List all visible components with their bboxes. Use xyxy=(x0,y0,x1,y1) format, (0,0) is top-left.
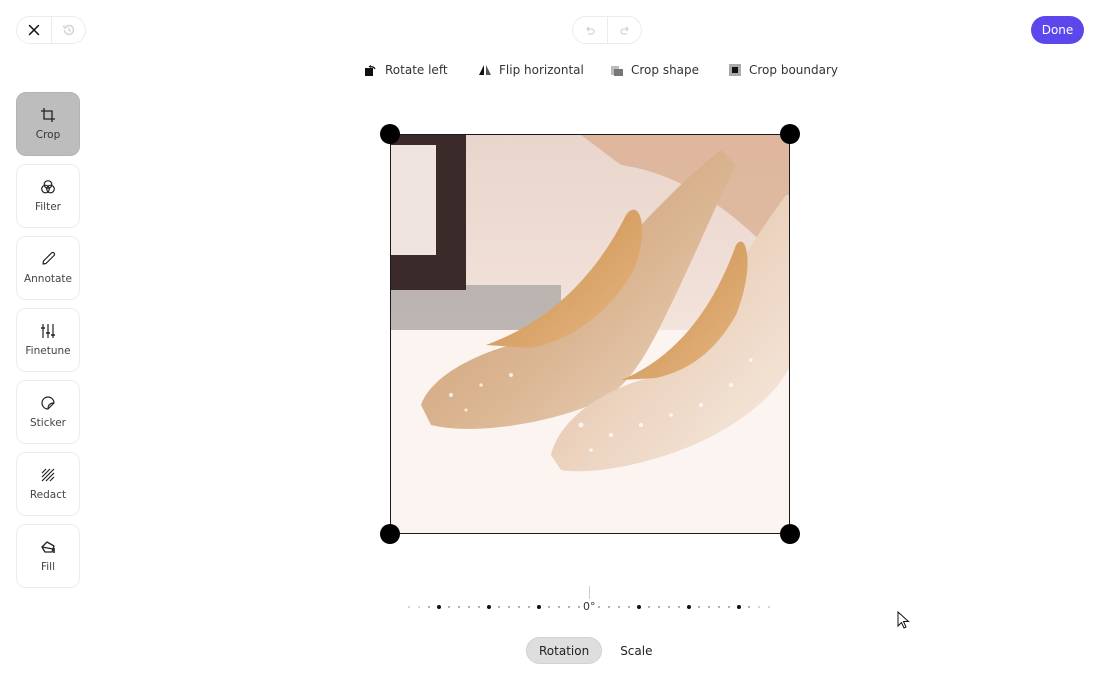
crop-boundary-label: Crop boundary xyxy=(749,63,838,77)
rotate-left-button[interactable]: Rotate left xyxy=(364,63,448,77)
flip-horizontal-label: Flip horizontal xyxy=(499,63,584,77)
fill-bucket-icon xyxy=(41,541,55,553)
done-button[interactable]: Done xyxy=(1031,16,1084,44)
tool-sidebar: Crop Filter Annotate Finetune Sticker Re… xyxy=(16,92,80,596)
dial-minor-tick xyxy=(748,606,750,608)
crop-shape-button[interactable]: Crop shape xyxy=(610,63,699,77)
dial-minor-tick xyxy=(528,606,530,608)
image-editor: Done Rotate left Flip horizontal Crop sh… xyxy=(0,0,1100,680)
sidebar-item-label: Filter xyxy=(34,201,61,213)
flip-horizontal-icon xyxy=(479,65,491,75)
dial-minor-tick xyxy=(568,606,570,608)
close-button[interactable] xyxy=(17,17,51,43)
close-icon xyxy=(28,24,40,36)
dial-minor-tick xyxy=(548,606,550,608)
dial-minor-tick xyxy=(448,606,450,608)
dial-minor-tick xyxy=(418,606,420,608)
flip-horizontal-button[interactable]: Flip horizontal xyxy=(478,63,584,77)
crop-shape-label: Crop shape xyxy=(631,63,700,77)
sidebar-item-fill[interactable]: Fill xyxy=(16,524,80,588)
sidebar-item-label: Fill xyxy=(40,561,56,573)
dial-minor-tick xyxy=(618,606,620,608)
sidebar-item-filter[interactable]: Filter xyxy=(16,164,80,228)
dial-minor-tick xyxy=(628,606,630,608)
dial-major-tick xyxy=(637,605,641,609)
dial-minor-tick xyxy=(728,606,730,608)
dial-minor-tick xyxy=(498,606,500,608)
rotation-dial[interactable]: 0° xyxy=(400,586,790,616)
rotation-value: 0° xyxy=(583,600,596,613)
dial-minor-tick xyxy=(708,606,710,608)
crop-toolbar: Rotate left Flip horizontal Crop shape C… xyxy=(0,63,1100,83)
transform-mode-tabs: Rotation Scale xyxy=(526,637,664,664)
dial-minor-tick xyxy=(668,606,670,608)
dial-minor-tick xyxy=(648,606,650,608)
dial-minor-tick xyxy=(458,606,460,608)
dial-major-tick xyxy=(687,605,691,609)
dial-minor-tick xyxy=(478,606,480,608)
sidebar-item-sticker[interactable]: Sticker xyxy=(16,380,80,444)
sidebar-item-annotate[interactable]: Annotate xyxy=(16,236,80,300)
dial-minor-tick xyxy=(608,606,610,608)
undo-icon xyxy=(586,26,595,35)
sidebar-item-label: Sticker xyxy=(30,417,66,429)
history-icon xyxy=(62,24,74,36)
dial-minor-tick xyxy=(768,606,770,608)
crop-boundary-icon xyxy=(729,64,741,76)
undo-redo-group xyxy=(572,16,642,44)
rotate-left-label: Rotate left xyxy=(385,63,448,77)
sidebar-item-crop[interactable]: Crop xyxy=(16,92,80,156)
crop-icon xyxy=(41,108,55,122)
sticker-icon xyxy=(41,396,55,410)
dial-minor-tick xyxy=(658,606,660,608)
sliders-icon xyxy=(41,324,55,338)
filter-icon xyxy=(41,180,55,194)
dial-minor-tick xyxy=(578,606,580,608)
dial-minor-tick xyxy=(678,606,680,608)
sidebar-item-label: Crop xyxy=(35,129,61,141)
pencil-icon xyxy=(42,251,56,265)
tab-rotation[interactable]: Rotation xyxy=(526,637,603,664)
crop-boundary-button[interactable]: Crop boundary xyxy=(728,63,838,77)
dial-major-tick xyxy=(537,605,541,609)
crop-handle-bottom-left[interactable] xyxy=(380,524,400,544)
dial-minor-tick xyxy=(718,606,720,608)
redo-button[interactable] xyxy=(607,17,641,43)
tab-scale[interactable]: Scale xyxy=(608,637,664,664)
crop-shape-icon xyxy=(611,66,623,76)
undo-button[interactable] xyxy=(573,17,607,43)
sidebar-item-finetune[interactable]: Finetune xyxy=(16,308,80,372)
revert-button[interactable] xyxy=(51,17,85,43)
rotate-left-icon xyxy=(365,65,376,76)
dial-major-tick xyxy=(487,605,491,609)
crop-handle-bottom-right[interactable] xyxy=(780,524,800,544)
shoes-photo xyxy=(391,135,789,533)
crop-handle-top-right[interactable] xyxy=(780,124,800,144)
sidebar-item-label: Annotate xyxy=(23,273,73,285)
crop-image-canvas[interactable] xyxy=(390,134,790,534)
sidebar-item-redact[interactable]: Redact xyxy=(16,452,80,516)
redo-icon xyxy=(619,26,629,35)
close-revert-group xyxy=(16,16,86,44)
redact-icon xyxy=(41,468,55,482)
dial-major-tick xyxy=(737,605,741,609)
dial-minor-tick xyxy=(758,606,760,608)
rotation-needle xyxy=(589,586,590,599)
dial-minor-tick xyxy=(428,606,430,608)
dial-major-tick xyxy=(437,605,441,609)
mouse-cursor-icon xyxy=(897,611,910,629)
dial-minor-tick xyxy=(408,606,410,608)
crop-handle-top-left[interactable] xyxy=(380,124,400,144)
sidebar-item-label: Finetune xyxy=(25,345,71,357)
dial-minor-tick xyxy=(558,606,560,608)
dial-minor-tick xyxy=(598,606,600,608)
dial-minor-tick xyxy=(468,606,470,608)
sidebar-item-label: Redact xyxy=(29,489,67,501)
dial-minor-tick xyxy=(518,606,520,608)
dial-minor-tick xyxy=(508,606,510,608)
dial-minor-tick xyxy=(698,606,700,608)
